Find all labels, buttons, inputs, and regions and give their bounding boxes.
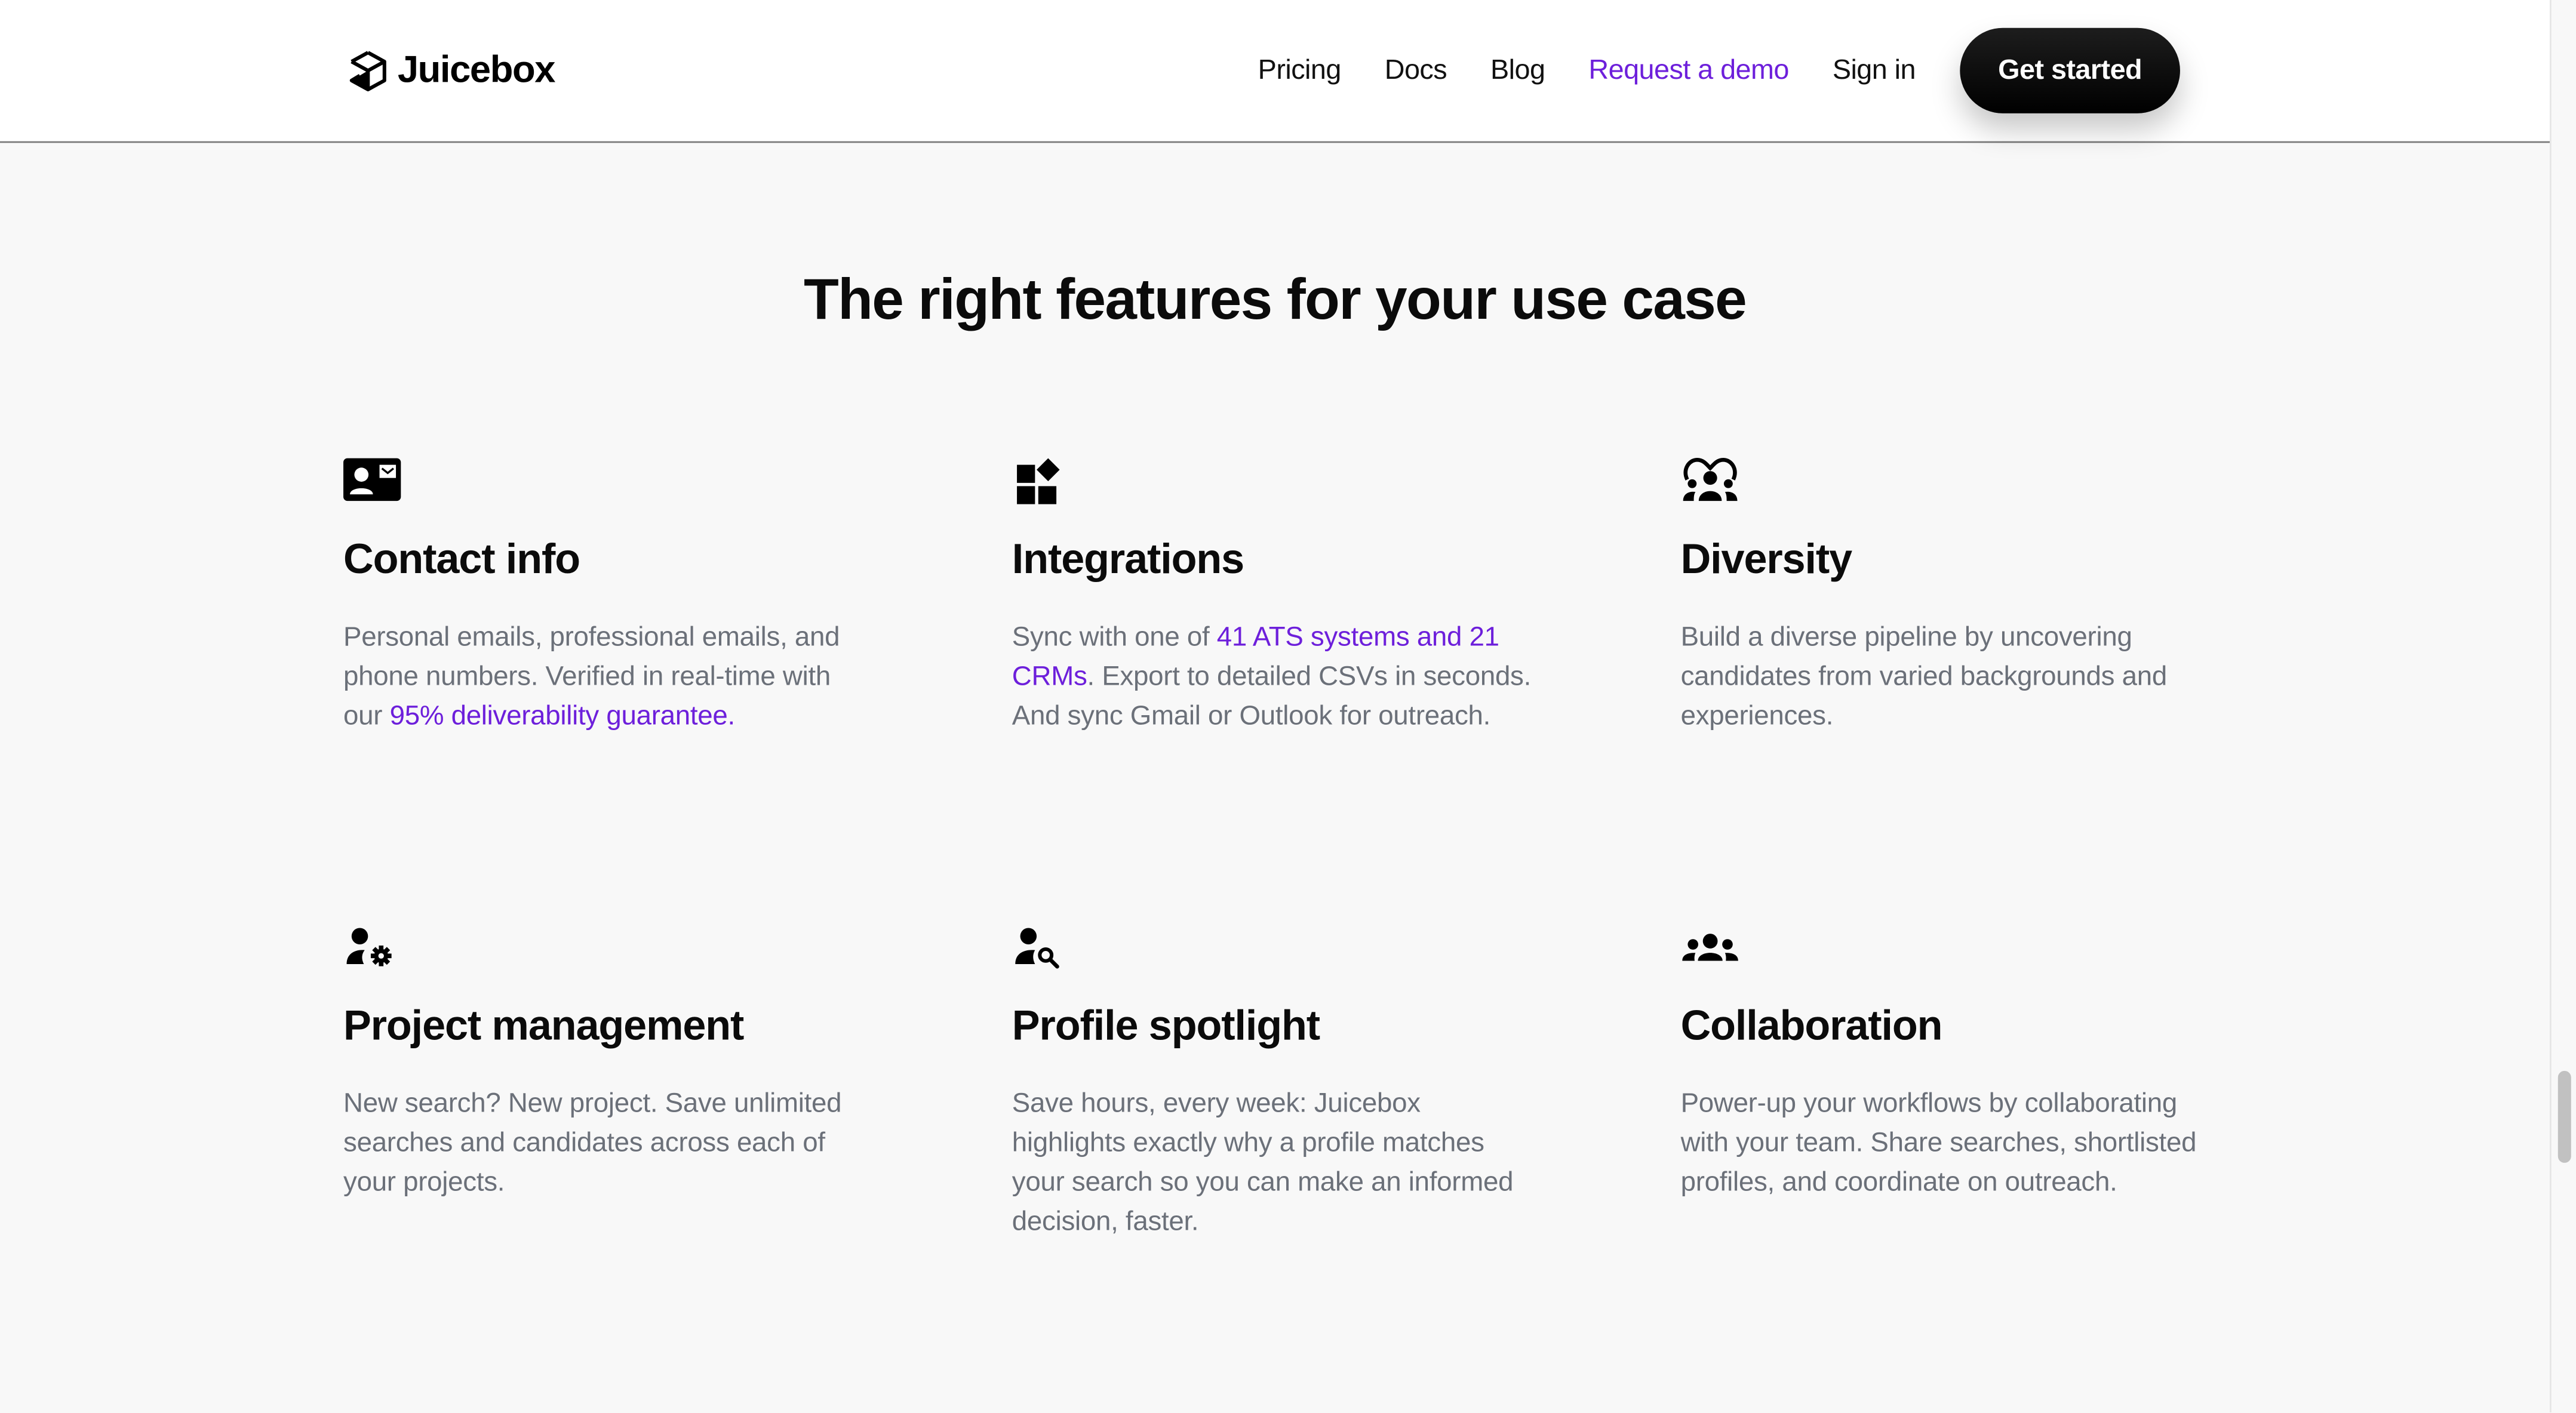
feature-description: Save hours, every week: Juicebox highlig… [1012,1084,1538,1242]
diversity-icon [1681,455,1740,504]
description-text: . Export to detailed CSVs in seconds. An… [1012,660,1531,731]
feature-description: New search? New project. Save unlimited … [343,1084,869,1202]
nav-blog[interactable]: Blog [1490,54,1545,87]
feature-project-management: Project management New search? New proje… [343,921,869,971]
feature-description: Personal emails, professional emails, an… [343,617,869,735]
feature-contact-info: Contact info Personal emails, profession… [343,455,869,504]
feature-description: Power-up your workflows by collaborating… [1681,1084,2206,1202]
feature-title: Project management [343,1003,743,1051]
contact-card-icon [343,455,402,504]
widgets-icon [1012,455,1071,504]
person-search-icon [1012,921,1071,971]
get-started-button[interactable]: Get started [1960,28,2180,113]
nav-pricing[interactable]: Pricing [1258,54,1341,87]
logo-link[interactable]: Juicebox [347,48,555,92]
nav-sign-in[interactable]: Sign in [1833,54,1916,87]
feature-title: Integrations [1012,537,1244,585]
section-title: The right features for your use case [0,267,2550,333]
vertical-scrollbar[interactable] [2550,0,2576,1412]
deliverability-guarantee-link[interactable]: 95% deliverability guarantee. [390,700,735,731]
scrollbar-thumb[interactable] [2558,1071,2571,1163]
feature-profile-spotlight: Profile spotlight Save hours, every week… [1012,921,1538,971]
feature-diversity: Diversity Build a diverse pipeline by un… [1681,455,2206,504]
manage-accounts-icon [343,921,402,971]
brand-name: Juicebox [398,48,555,92]
feature-title: Profile spotlight [1012,1003,1320,1051]
feature-description: Sync with one of 41 ATS systems and 21 C… [1012,617,1538,735]
main-nav: Pricing Docs Blog Request a demo Sign in… [1258,28,2180,113]
feature-integrations: Integrations Sync with one of 41 ATS sys… [1012,455,1538,504]
nav-docs[interactable]: Docs [1385,54,1447,87]
page: Juicebox Pricing Docs Blog Request a dem… [0,0,2576,1412]
juicebox-logo-icon [347,48,390,91]
nav-request-demo[interactable]: Request a demo [1588,54,1789,87]
feature-title: Diversity [1681,537,1852,585]
feature-title: Collaboration [1681,1003,1942,1051]
feature-collaboration: Collaboration Power-up your workflows by… [1681,921,2206,971]
feature-title: Contact info [343,537,580,585]
feature-description: Build a diverse pipeline by uncovering c… [1681,617,2206,735]
site-header: Juicebox Pricing Docs Blog Request a dem… [0,0,2550,143]
groups-icon [1681,921,1740,971]
description-text: Sync with one of [1012,621,1217,652]
